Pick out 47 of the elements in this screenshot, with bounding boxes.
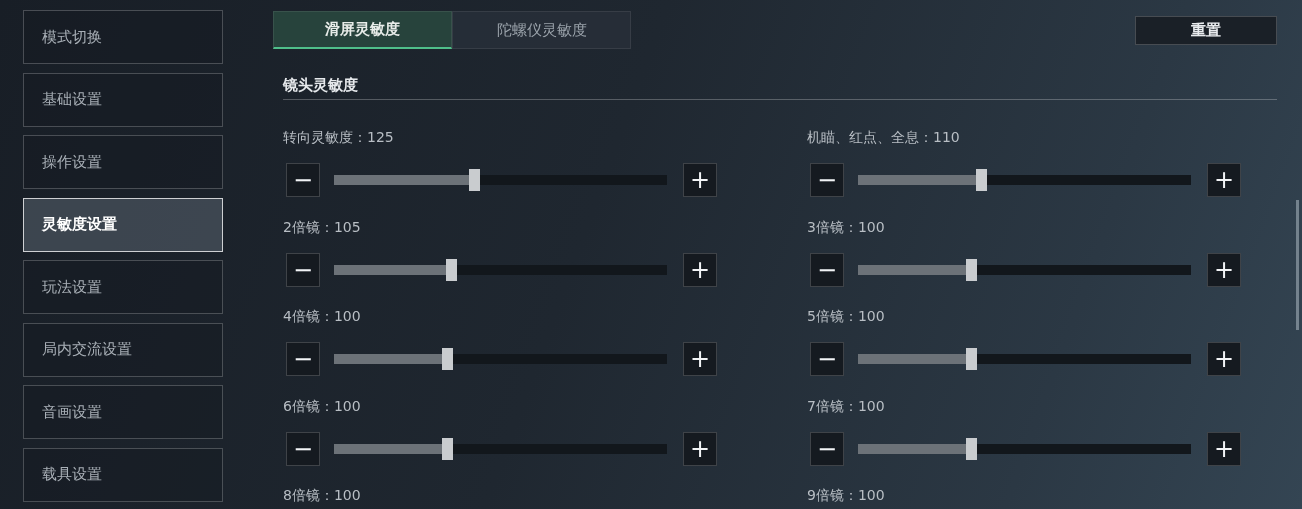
setting-label: 转向灵敏度：125 [283, 128, 395, 147]
minus-button[interactable]: − [810, 342, 844, 376]
setting-label: 9倍镜：100 [807, 486, 886, 505]
reset-button[interactable]: 重置 [1135, 16, 1277, 45]
plus-button[interactable]: + [683, 252, 717, 287]
scrollbar[interactable] [1296, 200, 1299, 330]
minus-button[interactable]: − [810, 431, 844, 466]
plus-button[interactable]: + [1207, 163, 1241, 197]
setting-label: 3倍镜：100 [807, 217, 886, 237]
setting-label: 6倍镜：100 [283, 396, 362, 416]
setting-label: 7倍镜：100 [807, 396, 886, 416]
plus-button[interactable]: + [683, 431, 717, 466]
setting-label: 8倍镜：100 [283, 486, 362, 505]
plus-button[interactable]: + [1207, 342, 1241, 376]
plus-button[interactable]: + [683, 163, 717, 197]
sidebar-item[interactable]: 基础设置 [23, 72, 223, 127]
slider-thumb[interactable] [966, 258, 978, 281]
sidebar-item[interactable]: 操作设置 [23, 135, 223, 189]
minus-button[interactable]: − [286, 431, 320, 466]
sidebar-item[interactable]: 音画设置 [23, 385, 223, 439]
slider-thumb[interactable] [468, 169, 480, 191]
plus-button[interactable]: + [1207, 431, 1241, 466]
sidebar-item[interactable]: 局内交流设置 [23, 322, 223, 377]
minus-button[interactable]: − [810, 163, 844, 197]
slider-thumb[interactable] [976, 169, 988, 191]
plus-button[interactable]: + [1207, 252, 1241, 287]
section-title: 镜头灵敏度 [283, 76, 1277, 100]
slider-thumb[interactable] [442, 437, 454, 460]
tab[interactable]: 陀螺仪灵敏度 [452, 11, 631, 49]
slider-thumb[interactable] [445, 258, 457, 281]
plus-button[interactable]: + [683, 342, 717, 376]
sidebar-item[interactable]: 载具设置 [23, 447, 223, 502]
setting-label: 机瞄、红点、全息：110 [807, 128, 961, 147]
minus-button[interactable]: − [810, 252, 844, 287]
slider-thumb[interactable] [442, 348, 454, 370]
sidebar-item[interactable]: 玩法设置 [23, 260, 223, 314]
slider-thumb[interactable] [966, 437, 978, 460]
setting-label: 4倍镜：100 [283, 307, 362, 326]
minus-button[interactable]: − [286, 342, 320, 376]
slider-thumb[interactable] [966, 348, 978, 370]
sidebar-item[interactable]: 模式切换 [23, 10, 223, 64]
minus-button[interactable]: − [286, 252, 320, 287]
sidebar-item[interactable]: 灵敏度设置 [23, 197, 223, 252]
tab[interactable]: 滑屏灵敏度 [273, 11, 452, 49]
setting-label: 2倍镜：105 [283, 217, 362, 237]
setting-label: 5倍镜：100 [807, 307, 886, 326]
minus-button[interactable]: − [286, 163, 320, 197]
